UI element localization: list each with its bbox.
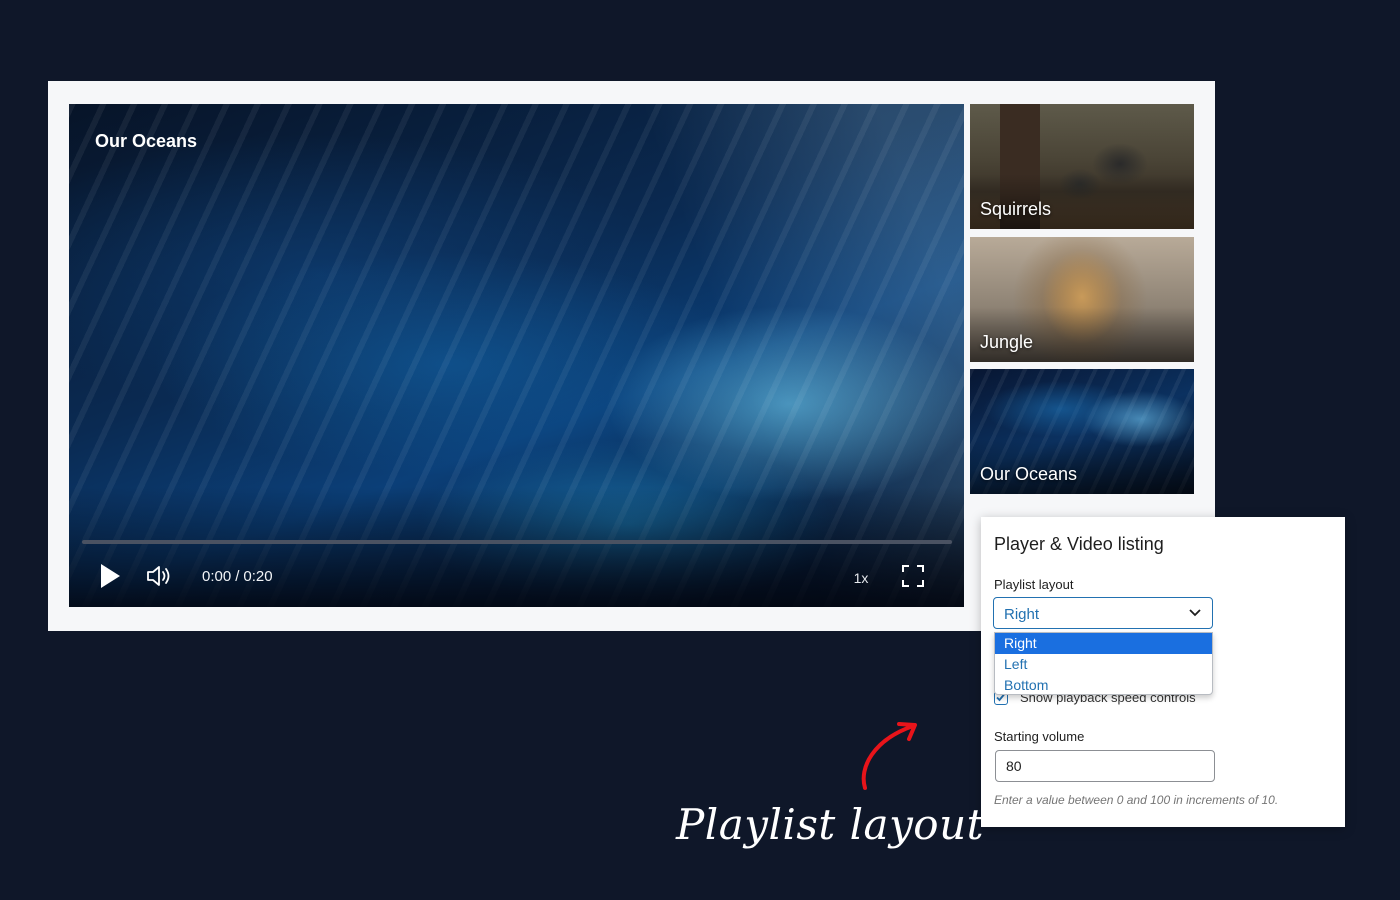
playlist-item-label: Jungle (980, 332, 1034, 352)
playlist-item-label: Our Oceans (980, 464, 1078, 484)
playlist-layout-select[interactable]: Right (993, 597, 1213, 629)
starting-volume-label: Starting volume (994, 729, 1085, 744)
playlist-item-squirrels[interactable]: Squirrels (970, 104, 1194, 229)
fullscreen-button[interactable] (899, 562, 927, 590)
playlist-layout-options: Right Left Bottom (994, 632, 1213, 695)
time-separator: / (235, 568, 240, 585)
settings-panel: Player & Video listing Playlist layout R… (981, 517, 1345, 827)
playlist-item-jungle[interactable]: Jungle (970, 237, 1194, 362)
video-title: Our Oceans (95, 131, 198, 151)
fullscreen-icon (902, 565, 924, 587)
option-right[interactable]: Right (995, 633, 1212, 654)
starting-volume-input[interactable] (995, 750, 1215, 782)
option-bottom[interactable]: Bottom (995, 675, 1212, 696)
playlist-item-label: Squirrels (980, 199, 1052, 219)
time-display: 0:00/0:20 (202, 568, 273, 585)
time-total: 0:20 (243, 568, 273, 585)
play-icon (101, 564, 120, 588)
time-current: 0:00 (202, 568, 232, 585)
progress-bar[interactable] (82, 540, 952, 544)
playlist-layout-label: Playlist layout (994, 577, 1074, 592)
starting-volume-help: Enter a value between 0 and 100 in incre… (994, 793, 1279, 807)
volume-icon (147, 566, 170, 586)
settings-title: Player & Video listing (994, 534, 1164, 554)
annotation-text: Playlist layout (676, 800, 985, 849)
video-player[interactable]: Our Oceans 0:00/0:20 1x (69, 104, 964, 607)
option-left[interactable]: Left (995, 654, 1212, 675)
play-button[interactable] (95, 561, 125, 591)
curved-arrow-icon (861, 722, 917, 790)
volume-button[interactable] (145, 561, 175, 591)
chevron-down-icon (1189, 609, 1201, 617)
player-controls: 0:00/0:20 1x (69, 556, 964, 600)
playlist-item-our-oceans[interactable]: Our Oceans (970, 369, 1194, 494)
playback-speed-button[interactable]: 1x (847, 565, 875, 591)
playlist-layout-value: Right (1004, 606, 1040, 623)
